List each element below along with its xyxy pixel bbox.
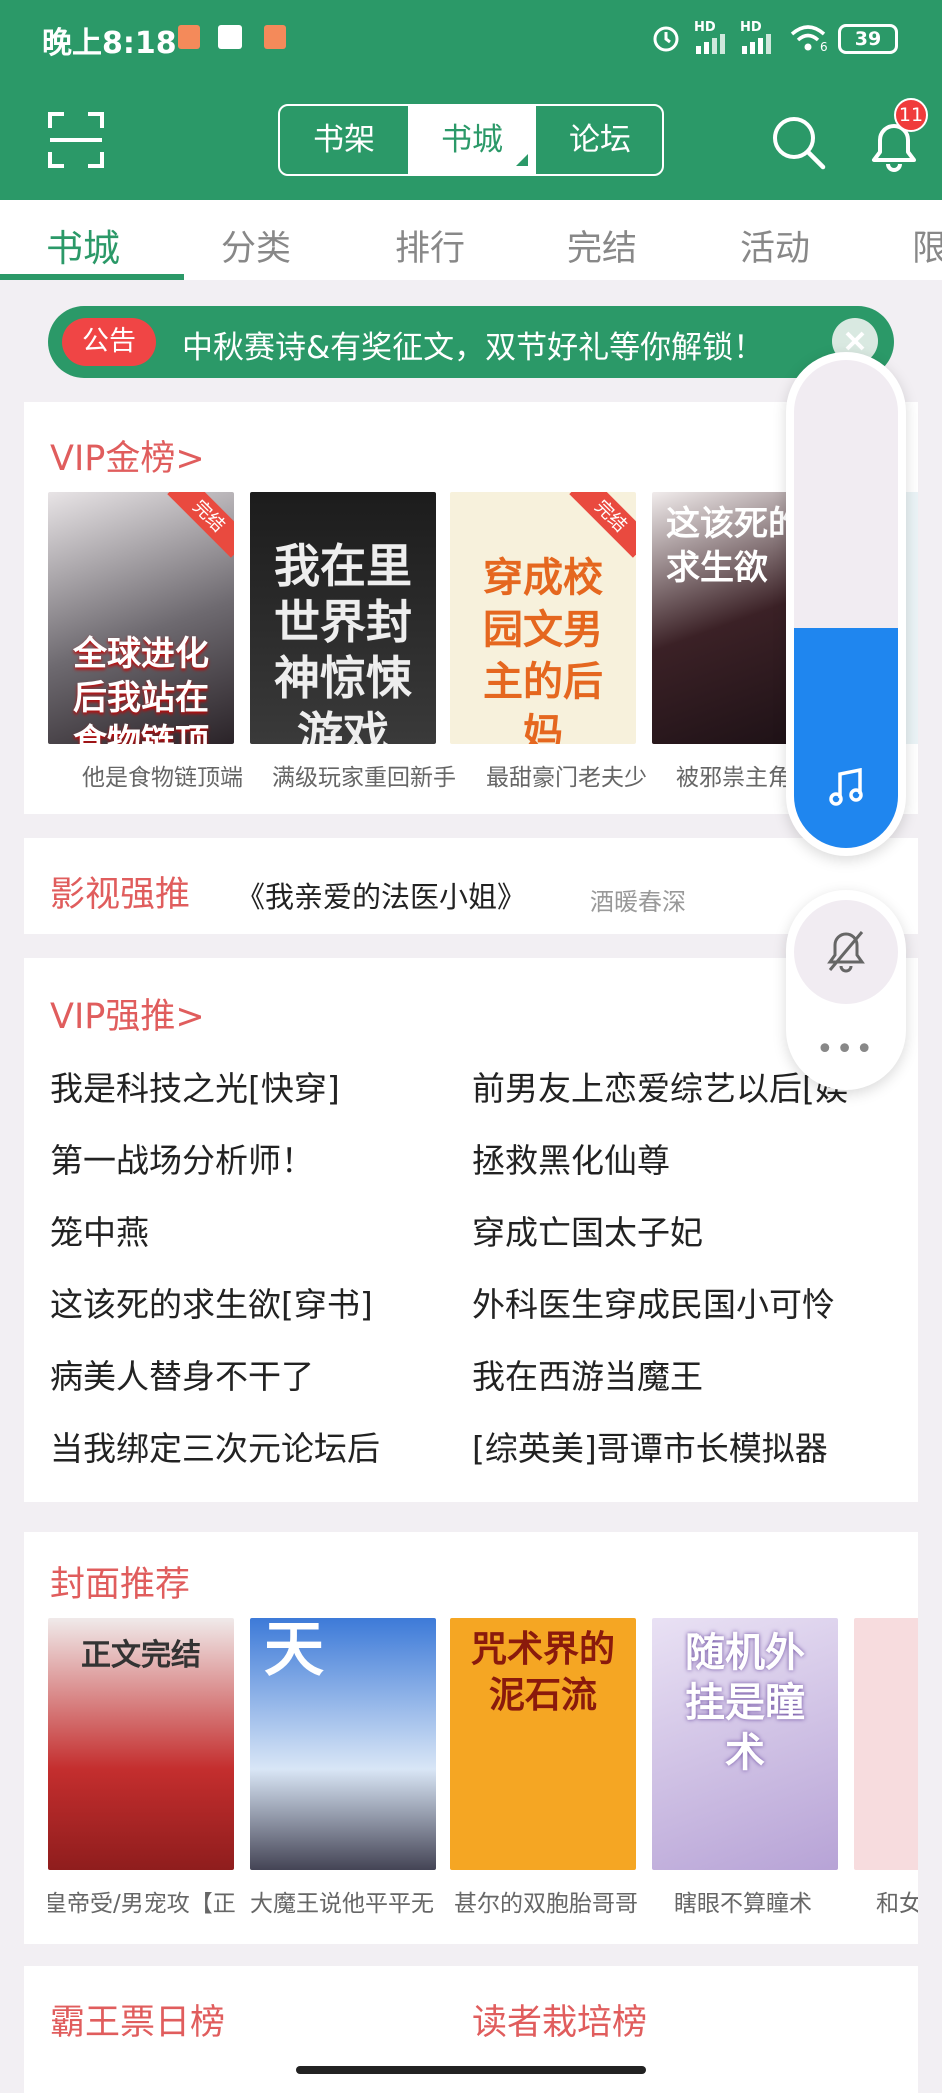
corner-triangle-icon	[516, 154, 528, 166]
segment-bookshelf[interactable]: 书架	[280, 106, 408, 174]
status-time: 晚上8:18	[42, 26, 177, 61]
section-title-film: 影视强推	[50, 875, 191, 915]
battery-indicator: 39	[838, 24, 898, 54]
section-title-tickets[interactable]: 霸王票日榜	[50, 1994, 225, 2045]
book-caption: 他是食物链顶端	[82, 765, 243, 791]
section-title-vip-gold[interactable]: VIP金榜>	[50, 430, 205, 481]
section-switcher: 书架 书城 论坛	[278, 104, 664, 176]
book-caption: 最甜豪门老夫少	[486, 765, 647, 791]
segment-forum[interactable]: 论坛	[536, 106, 662, 174]
active-tab-indicator	[0, 274, 184, 280]
tab-completed[interactable]: 完结	[567, 220, 637, 271]
notice-badge: 公告	[62, 318, 156, 366]
cover-title: 随机外挂是瞳术	[685, 1629, 805, 1776]
cover-title: 我在里世界封神惊悚游戏	[274, 539, 412, 744]
signal-icon	[696, 34, 725, 54]
completed-ribbon: 完结	[167, 492, 234, 558]
film-author: 酒暖春深	[590, 888, 686, 916]
music-note-icon	[829, 768, 863, 806]
tab-limited[interactable]: 限	[912, 220, 942, 271]
app-notification-icon	[218, 25, 242, 49]
recommend-item[interactable]: 外科医生穿成民国小可怜	[472, 1278, 835, 1326]
notice-banner[interactable]: 公告 中秋赛诗&有奖征文，双节好礼等你解锁！	[48, 306, 894, 378]
sound-mode-panel: •••	[786, 890, 906, 1090]
section-title-vip-recommend[interactable]: VIP强推>	[50, 988, 205, 1039]
battery-level: 39	[854, 28, 882, 50]
alarm-icon	[653, 26, 679, 52]
scan-icon[interactable]	[48, 112, 104, 168]
book-cover[interactable]: 我在里世界封神惊悚游戏	[250, 492, 436, 744]
recommend-item[interactable]: 当我绑定三次元论坛后	[50, 1422, 380, 1470]
book-caption: 和女装	[876, 1891, 918, 1917]
book-caption: 瞎眼不算瞳术	[674, 1891, 812, 1917]
book-cover[interactable]	[854, 1618, 918, 1870]
status-bar: 晚上8:18 HD HD 6 39	[0, 0, 942, 80]
ringer-mode-button[interactable]	[794, 900, 898, 1004]
cover-title: 正文完结	[81, 1638, 201, 1673]
recommend-item[interactable]: 我在西游当魔王	[472, 1350, 703, 1398]
recommend-item[interactable]: 这该死的求生欲[穿书]	[50, 1278, 373, 1326]
book-cover[interactable]: 天	[250, 1618, 436, 1870]
app-notification-icon	[178, 25, 200, 49]
volume-panel	[786, 352, 906, 856]
volume-slider[interactable]	[794, 360, 898, 848]
more-dots-icon[interactable]: •••	[816, 1032, 875, 1067]
segment-bookstore-label: 书城	[441, 122, 503, 158]
tab-events[interactable]: 活动	[740, 220, 810, 271]
recommend-item[interactable]: 病美人替身不干了	[50, 1350, 314, 1398]
cover-title: 全球进化后我站在食物链顶端	[73, 634, 209, 744]
film-recommend-section[interactable]: 影视强推 《我亲爱的法医小姐》 酒暖春深	[24, 838, 918, 934]
volume-level-fill	[794, 628, 898, 848]
book-caption: 大魔王说他平平无	[250, 1891, 434, 1917]
book-cover[interactable]: 咒术界的泥石流	[450, 1618, 636, 1870]
book-cover[interactable]: 正文完结	[48, 1618, 234, 1870]
book-caption: 甚尔的双胞胎哥哥	[454, 1891, 638, 1917]
recommend-item[interactable]: 笼中燕	[50, 1206, 149, 1254]
top-bar: 书架 书城 论坛 11	[0, 80, 942, 200]
cover-title: 天	[264, 1618, 324, 1685]
vip-recommend-section: VIP强推> 我是科技之光[快穿] 第一战场分析师！ 笼中燕 这该死的求生欲[穿…	[24, 958, 918, 1502]
film-book-title: 《我亲爱的法医小姐》	[236, 880, 527, 914]
segment-bookstore[interactable]: 书城	[408, 106, 536, 174]
bell-off-icon	[827, 931, 865, 973]
notice-text: 中秋赛诗&有奖征文，双节好礼等你解锁！	[182, 330, 765, 366]
cover-recommend-section: 封面推荐 正文完结 天 咒术界的泥石流 随机外挂是瞳术 皇帝受/男宠攻【正 大魔…	[24, 1532, 918, 1944]
recommend-item[interactable]: 第一战场分析师！	[50, 1134, 314, 1182]
signal-icon	[742, 34, 771, 54]
section-title-reader[interactable]: 读者栽培榜	[472, 1994, 647, 2045]
vip-gold-section: VIP金榜> 全球进化后我站在食物链顶端 完结 我在里世界封神惊悚游戏 穿成校园文…	[24, 402, 918, 814]
recommend-item[interactable]: 穿成亡国太子妃	[472, 1206, 703, 1254]
cover-title: 穿成校园文男主的后妈	[483, 554, 603, 744]
cover-title: 咒术界的泥石流	[470, 1628, 615, 1716]
book-cover[interactable]: 穿成校园文男主的后妈 完结	[450, 492, 636, 744]
recommend-item[interactable]: [综英美]哥谭市长模拟器	[472, 1422, 828, 1470]
notification-badge: 11	[894, 98, 928, 132]
wifi-gen-label: 6	[820, 40, 828, 54]
book-caption: 皇帝受/男宠攻【正	[48, 1891, 236, 1917]
recommend-item[interactable]: 拯救黑化仙尊	[472, 1134, 670, 1182]
home-indicator[interactable]	[296, 2066, 646, 2074]
search-icon[interactable]	[768, 112, 828, 172]
book-caption: 满级玩家重回新手	[272, 765, 456, 791]
cover-book-row: 正文完结 天 咒术界的泥石流 随机外挂是瞳术 皇帝受/男宠攻【正 大魔王说他平平…	[48, 1618, 918, 1918]
category-tabs: 书城 分类 排行 完结 活动 限	[0, 200, 942, 280]
tab-category[interactable]: 分类	[221, 220, 291, 271]
app-notification-icon	[264, 25, 286, 49]
tab-bookstore[interactable]: 书城	[46, 218, 120, 272]
book-cover[interactable]: 全球进化后我站在食物链顶端 完结	[48, 492, 234, 744]
book-cover[interactable]: 随机外挂是瞳术	[652, 1618, 838, 1870]
section-title-cover: 封面推荐	[50, 1565, 191, 1605]
recommend-item[interactable]: 我是科技之光[快穿]	[50, 1062, 340, 1110]
tab-ranking[interactable]: 排行	[395, 220, 465, 271]
completed-ribbon: 完结	[569, 492, 636, 558]
